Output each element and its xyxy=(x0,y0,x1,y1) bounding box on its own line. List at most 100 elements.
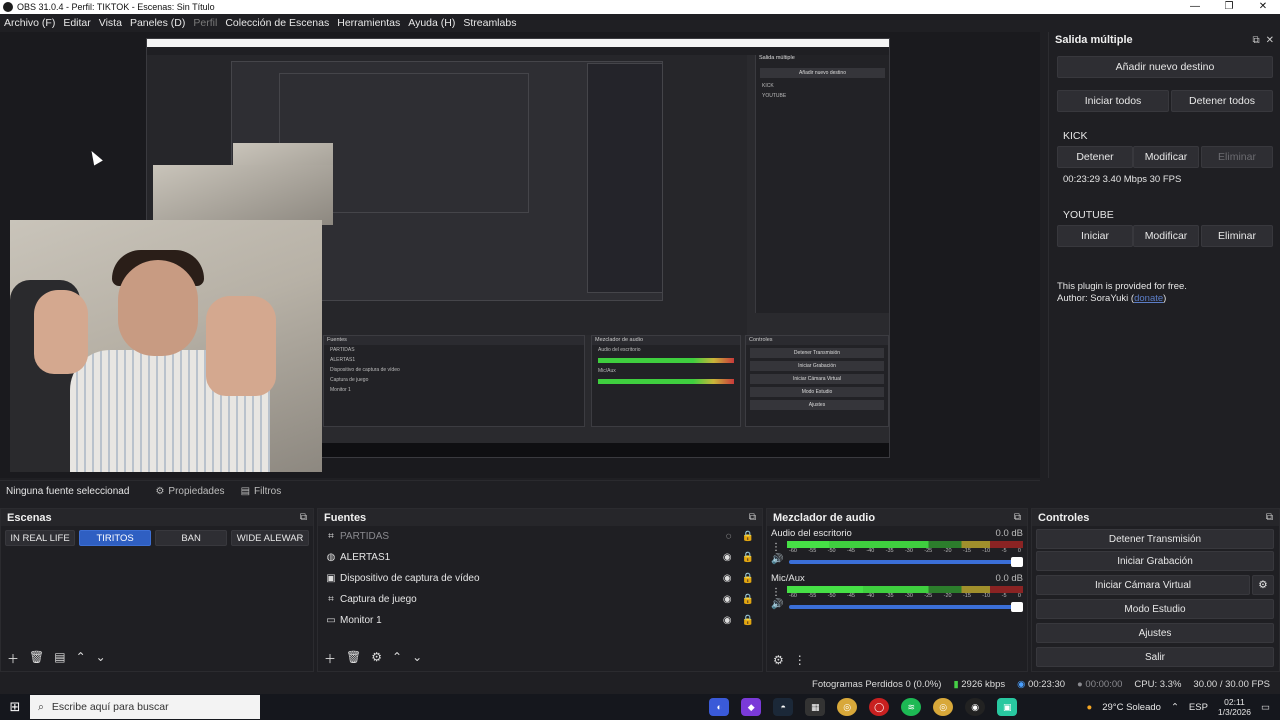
stop-all-button[interactable]: Detener todos xyxy=(1171,90,1273,112)
record-timer: ● 00:00:00 xyxy=(1077,679,1122,690)
settings-button[interactable]: Ajustes xyxy=(1036,623,1274,643)
donate-link[interactable]: donate xyxy=(1134,293,1163,304)
obs-icon[interactable]: ◉ xyxy=(965,698,986,716)
source-row-game-capture[interactable]: ⌗ Captura de juego ◉ 🔒 xyxy=(318,589,762,610)
eye-icon[interactable]: ◉ xyxy=(723,615,732,626)
move-down-icon[interactable]: ⌄ xyxy=(412,650,422,667)
source-row-monitor1[interactable]: ▭ Monitor 1 ◉ 🔒 xyxy=(318,610,762,631)
volume-slider[interactable] xyxy=(789,556,1023,567)
kick-stop-button[interactable]: Detener xyxy=(1057,146,1133,168)
channel-menu-icon[interactable]: ⋮ xyxy=(771,587,781,598)
kick-modify-button[interactable]: Modificar xyxy=(1133,146,1199,168)
volume-slider[interactable] xyxy=(789,601,1023,612)
move-down-icon[interactable]: ⌄ xyxy=(96,650,106,667)
meter-tick-label: -20 xyxy=(943,548,952,554)
properties-button[interactable]: ⚙ Propiedades xyxy=(155,486,224,497)
volume-slider-knob[interactable] xyxy=(1011,556,1023,567)
windows-start-icon[interactable]: ⊞ xyxy=(0,699,30,715)
start-recording-button[interactable]: Iniciar Grabación xyxy=(1036,551,1274,571)
app-icon-2[interactable]: ◆ xyxy=(741,698,762,716)
add-source-icon[interactable]: ＋ xyxy=(324,650,336,667)
scene-in-real-life[interactable]: IN REAL LIFE xyxy=(5,530,76,546)
chrome-icon[interactable]: ◎ xyxy=(837,698,858,716)
exit-button[interactable]: Salir xyxy=(1036,647,1274,667)
remove-scene-icon[interactable]: 🗑 xyxy=(29,650,44,667)
mixer-settings-icon[interactable]: ⚙ xyxy=(773,653,784,667)
mini-multi-title: Salida múltiple xyxy=(759,55,795,61)
language-indicator[interactable]: ESP xyxy=(1189,702,1208,713)
lock-icon[interactable]: 🔒 xyxy=(742,552,754,563)
move-up-icon[interactable]: ⌃ xyxy=(76,650,86,667)
chrome-icon-2[interactable]: ◎ xyxy=(933,698,954,716)
youtube-modify-button[interactable]: Modificar xyxy=(1133,225,1199,247)
scene-tiritos[interactable]: TIRITOS xyxy=(79,530,152,546)
minimize-button[interactable]: — xyxy=(1178,0,1212,14)
menu-archivo[interactable]: Archivo (F) xyxy=(4,17,55,29)
undock-icon[interactable]: ⧉ xyxy=(300,512,307,523)
menu-herramientas[interactable]: Herramientas xyxy=(337,17,400,29)
eye-icon[interactable]: ◉ xyxy=(723,573,732,584)
lock-icon[interactable]: 🔒 xyxy=(742,573,754,584)
undock-icon[interactable]: ⧉ xyxy=(1252,35,1259,46)
stream-time-value: 00:23:30 xyxy=(1028,678,1066,690)
chevron-up-icon[interactable]: ⌃ xyxy=(1171,702,1179,713)
menu-vista[interactable]: Vista xyxy=(99,17,122,29)
undock-icon[interactable]: ⧉ xyxy=(1266,512,1273,523)
remove-source-icon[interactable]: 🗑 xyxy=(346,650,361,667)
move-up-icon[interactable]: ⌃ xyxy=(392,650,402,667)
source-settings-icon[interactable]: ⚙ xyxy=(371,650,382,667)
clock[interactable]: 02:11 1/3/2026 xyxy=(1218,697,1251,717)
mini-menubar xyxy=(147,47,889,55)
menu-ayuda[interactable]: Ayuda (H) xyxy=(408,17,455,29)
taskbar-search[interactable]: ⌕ Escribe aquí para buscar xyxy=(30,695,260,719)
lock-icon[interactable]: 🔒 xyxy=(742,594,754,605)
close-icon[interactable]: ✕ xyxy=(1266,35,1274,46)
stop-streaming-button[interactable]: Detener Transmisión xyxy=(1036,529,1274,549)
mixer-menu-icon[interactable]: ⋮ xyxy=(794,653,806,667)
lock-icon[interactable]: 🔒 xyxy=(742,615,754,626)
spotify-icon[interactable]: ≋ xyxy=(901,698,922,716)
speaker-icon[interactable]: 🔊 xyxy=(771,554,783,565)
steam-icon[interactable]: ◓ xyxy=(773,698,794,716)
close-button[interactable]: ✕ xyxy=(1246,0,1280,14)
virtual-camera-settings-icon[interactable]: ⚙ xyxy=(1252,575,1274,595)
undock-icon[interactable]: ⧉ xyxy=(1014,512,1021,523)
menu-editar[interactable]: Editar xyxy=(63,17,90,29)
speaker-icon[interactable]: 🔊 xyxy=(771,599,783,610)
filters-button[interactable]: ▤ Filtros xyxy=(241,486,282,497)
notification-icon[interactable]: ▭ xyxy=(1261,702,1270,713)
channel-menu-icon[interactable]: ⋮ xyxy=(771,542,781,553)
undock-icon[interactable]: ⧉ xyxy=(749,512,756,523)
volume-slider-knob[interactable] xyxy=(1011,601,1023,612)
scene-filter-icon[interactable]: ▤ xyxy=(54,650,65,667)
opera-icon[interactable]: ◯ xyxy=(869,698,890,716)
menu-paneles[interactable]: Paneles (D) xyxy=(130,17,185,29)
eye-hidden-icon[interactable]: ◌ xyxy=(726,531,732,542)
scene-wide-alewar[interactable]: WIDE ALEWAR xyxy=(231,530,309,546)
studio-mode-button[interactable]: Modo Estudio xyxy=(1036,599,1274,619)
source-row-capture-device[interactable]: ▣ Dispositivo de captura de vídeo ◉ 🔒 xyxy=(318,568,762,589)
menu-perfil[interactable]: Perfil xyxy=(193,17,217,29)
eye-icon[interactable]: ◉ xyxy=(723,594,732,605)
start-all-button[interactable]: Iniciar todos xyxy=(1057,90,1169,112)
kick-remove-button[interactable]: Eliminar xyxy=(1201,146,1273,168)
add-scene-icon[interactable]: ＋ xyxy=(7,650,19,667)
source-row-alertas1[interactable]: ◍ ALERTAS1 ◉ 🔒 xyxy=(318,547,762,568)
scene-ban[interactable]: BAN xyxy=(155,530,228,546)
app-icon-10[interactable]: ▣ xyxy=(997,698,1018,716)
start-virtual-camera-button[interactable]: Iniciar Cámara Virtual xyxy=(1036,575,1250,595)
app-icon-4[interactable]: ▦ xyxy=(805,698,826,716)
menu-streamlabs[interactable]: Streamlabs xyxy=(463,17,516,29)
app-icon-1[interactable]: ◐ xyxy=(709,698,730,716)
preview-canvas[interactable]: Fuentes PARTIDAS ALERTAS1 Dispositivo de… xyxy=(0,32,1040,478)
eye-icon[interactable]: ◉ xyxy=(723,552,732,563)
source-label: Captura de juego xyxy=(340,594,417,605)
add-target-button[interactable]: Añadir nuevo destino xyxy=(1057,56,1273,78)
youtube-remove-button[interactable]: Eliminar xyxy=(1201,225,1273,247)
source-label: PARTIDAS xyxy=(340,531,390,542)
youtube-start-button[interactable]: Iniciar xyxy=(1057,225,1133,247)
menu-coleccion-escenas[interactable]: Colección de Escenas xyxy=(225,17,329,29)
lock-icon[interactable]: 🔒 xyxy=(742,531,754,542)
maximize-button[interactable]: ❐ xyxy=(1212,0,1246,14)
source-row-partidas[interactable]: ⌗ PARTIDAS ◌ 🔒 xyxy=(318,526,762,547)
